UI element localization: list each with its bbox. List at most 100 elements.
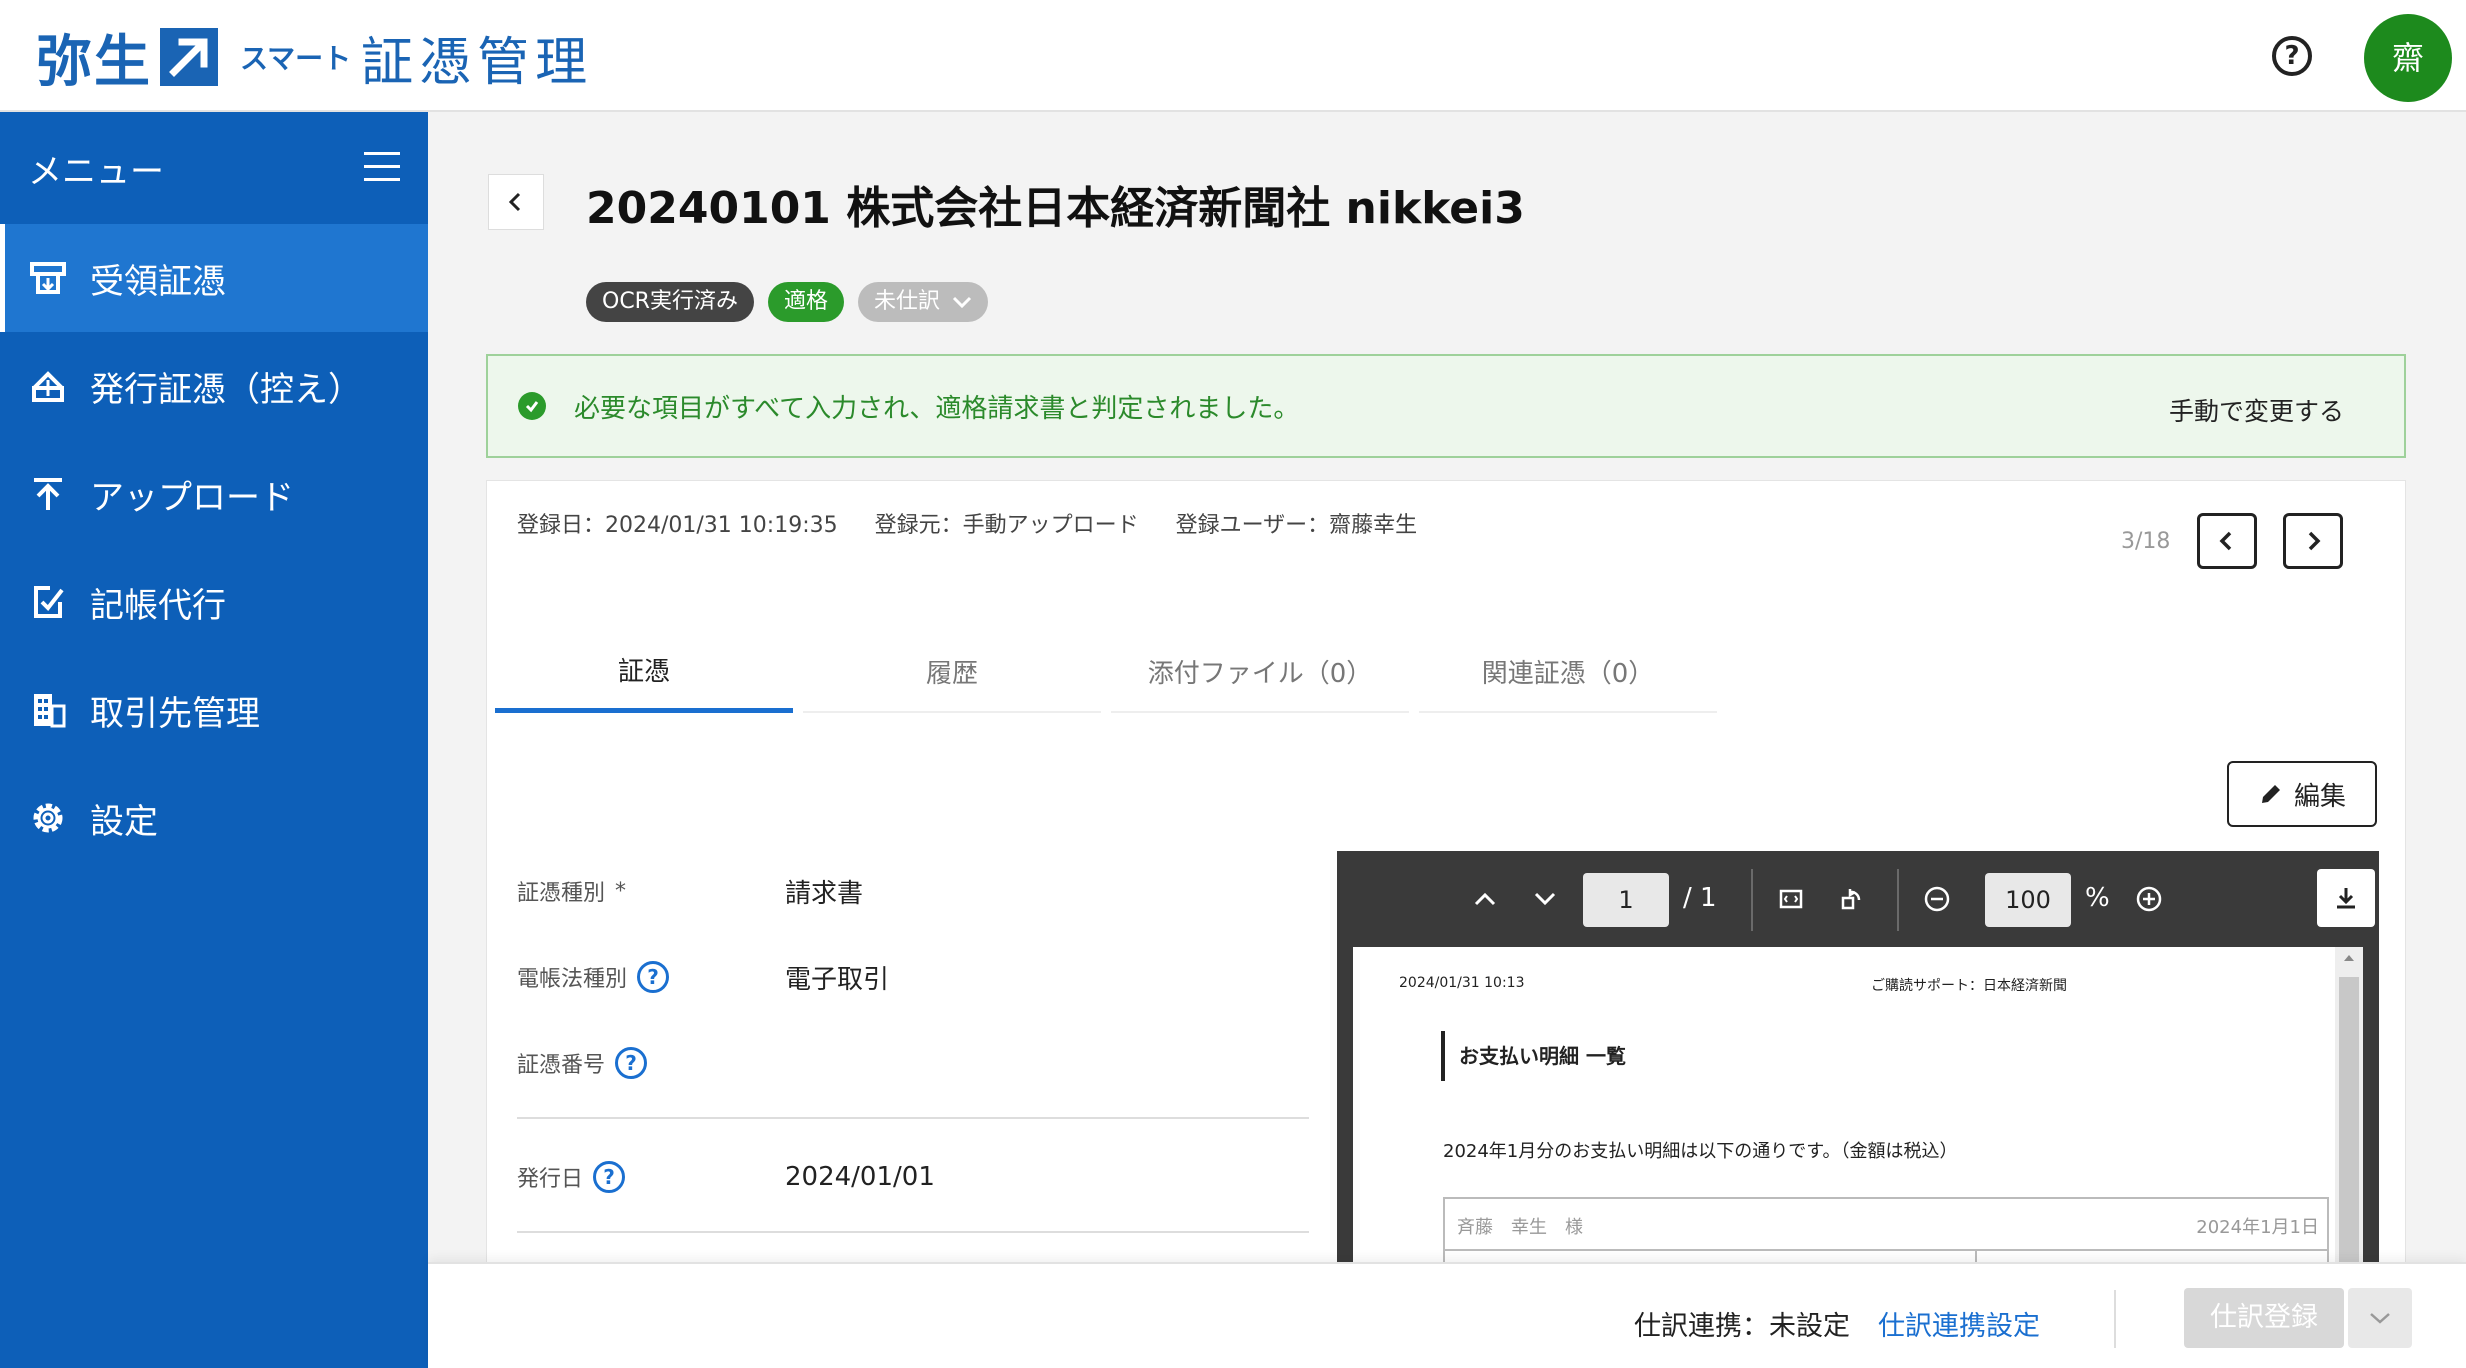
upload-icon — [28, 474, 68, 514]
download-button[interactable] — [2317, 869, 2375, 927]
sidebar-item-upload[interactable]: アップロード — [0, 440, 428, 548]
page-number-input[interactable]: 1 — [1583, 873, 1669, 927]
chevron-down-icon — [2370, 1313, 2390, 1324]
chevron-down-icon — [952, 296, 972, 309]
tab-related[interactable]: 関連証憑（0） — [1419, 631, 1717, 713]
edit-button[interactable]: 編集 — [2227, 761, 2377, 827]
logo-smart: スマート — [240, 42, 352, 75]
sidebar-item-bookkeeping[interactable]: 記帳代行 — [0, 548, 428, 656]
divider — [2114, 1290, 2116, 1348]
manual-change-link[interactable]: 手動で変更する — [2169, 392, 2344, 428]
qualified-badge: 適格 — [767, 282, 844, 322]
hamburger-icon[interactable] — [364, 152, 400, 182]
field-document-number: 証憑番号? — [517, 1033, 1307, 1093]
doc-recipient: 斉藤 幸生 様 — [1457, 1217, 1583, 1238]
next-document-button[interactable] — [2283, 513, 2343, 569]
bookkeeping-icon — [28, 582, 68, 622]
back-button[interactable] — [488, 174, 544, 230]
toolbar-divider — [1751, 869, 1753, 931]
sidebar-item-label: 受領証憑 — [90, 261, 226, 302]
ocr-badge: OCR実行済み — [586, 282, 754, 322]
footer-action-bar: 仕訳連携：未設定 仕訳連携設定 仕訳登録 — [428, 1262, 2466, 1368]
divider — [517, 1231, 1309, 1233]
logo-arrow-icon — [160, 28, 218, 86]
registered-user: 登録ユーザー：齋藤幸生 — [1175, 513, 1418, 538]
page-title: 20240101 株式会社日本経済新聞社 nikkei3 — [586, 183, 1525, 234]
sidebar-item-label: 設定 — [90, 801, 158, 842]
journal-status-dropdown[interactable]: 未仕訳 — [857, 282, 988, 322]
help-icon[interactable]: ? — [2272, 36, 2312, 76]
doc-support: ご購読サポート：日本経済新聞 — [1871, 978, 2067, 994]
doc-heading: お支払い明細 一覧 — [1441, 1031, 1626, 1081]
tab-history[interactable]: 履歴 — [803, 631, 1101, 713]
receive-icon — [28, 258, 68, 298]
document-card: 登録日：2024/01/31 10:19:35 登録元：手動アップロード 登録ユ… — [486, 480, 2406, 1368]
chevron-up-icon[interactable] — [1465, 879, 1505, 919]
tab-attachments[interactable]: 添付ファイル（0） — [1111, 631, 1409, 713]
menu-label: メニュー — [28, 151, 164, 192]
edit-label: 編集 — [2293, 781, 2346, 812]
pencil-icon — [2261, 785, 2280, 803]
document-tabs: 証憑 履歴 添付ファイル（0） 関連証憑（0） — [495, 631, 1717, 713]
zoom-out-icon[interactable] — [1917, 879, 1957, 919]
sidebar-item-issued[interactable]: 発行証憑（控え） — [0, 332, 428, 440]
scroll-up-icon — [2344, 955, 2354, 961]
chevron-right-icon — [2308, 531, 2321, 551]
tab-document[interactable]: 証憑 — [495, 631, 793, 713]
field-label: 発行日 — [517, 1167, 584, 1192]
register-options-button[interactable] — [2348, 1288, 2412, 1348]
field-ebook-type: 電帳法種別? 電子取引 — [517, 947, 1307, 1007]
help-circle-icon[interactable]: ? — [637, 961, 670, 993]
menu-header: メニュー — [0, 112, 428, 224]
help-circle-icon[interactable]: ? — [593, 1161, 626, 1193]
required-mark: * — [615, 878, 627, 904]
registration-meta: 登録日：2024/01/31 10:19:35 登録元：手動アップロード 登録ユ… — [517, 507, 1447, 539]
registered-date: 登録日：2024/01/31 10:19:35 — [517, 513, 838, 538]
journal-status-label: 未仕訳 — [873, 289, 940, 314]
doc-table-date: 2024年1月1日 — [2196, 1217, 2319, 1238]
help-circle-icon[interactable]: ? — [615, 1047, 648, 1079]
sidebar-item-settings[interactable]: 設定 — [0, 764, 428, 872]
journal-register-button[interactable]: 仕訳登録 — [2184, 1288, 2344, 1348]
toolbar-divider — [1897, 869, 1899, 931]
field-value: 請求書 — [785, 878, 864, 909]
zoom-input[interactable]: 100 — [1985, 873, 2071, 927]
fit-page-icon[interactable] — [1771, 879, 1811, 919]
sidebar-item-label: 発行証憑（控え） — [90, 369, 362, 410]
pager-count: 3/18 — [2121, 529, 2171, 554]
page-total: / 1 — [1683, 883, 1717, 913]
sidebar-item-label: アップロード — [90, 477, 294, 518]
divider — [517, 1117, 1309, 1119]
field-issue-date: 発行日? 2024/01/01 — [517, 1147, 1307, 1207]
doc-intro: 2024年1月分のお支払い明細は以下の通りです。（金額は税込） — [1443, 1141, 1958, 1162]
journal-link-status: 仕訳連携：未設定 — [1634, 1311, 1850, 1342]
field-value: 電子取引 — [785, 964, 890, 995]
journal-link-settings[interactable]: 仕訳連携設定 — [1878, 1304, 2040, 1343]
sidebar-item-label: 記帳代行 — [90, 585, 226, 626]
field-label: 電帳法種別 — [517, 967, 628, 992]
table-row: 斉藤 幸生 様 2024年1月1日 — [1445, 1199, 2327, 1251]
registered-source: 登録元：手動アップロード — [874, 513, 1139, 538]
app-header: 弥生 スマート 証憑管理 ? 齋 — [0, 0, 2466, 112]
download-icon — [2337, 888, 2355, 909]
alert-message: 必要な項目がすべて入力され、適格請求書と判定されました。 — [574, 393, 1300, 424]
gear-icon — [28, 798, 68, 838]
chevron-down-icon[interactable] — [1525, 879, 1565, 919]
sidebar-item-label: 取引先管理 — [90, 693, 260, 734]
field-value: 2024/01/01 — [785, 1162, 935, 1192]
sidebar-item-clients[interactable]: 取引先管理 — [0, 656, 428, 764]
chevron-left-icon — [2219, 531, 2232, 551]
sidebar: メニュー 受領証憑 発行証憑（控え） アップロード 記帳代行 取引先管理 設定 — [0, 112, 428, 1368]
sidebar-item-received[interactable]: 受領証憑 — [0, 224, 428, 332]
app-logo[interactable]: 弥生 スマート 証憑管理 — [36, 22, 594, 95]
logo-product: 証憑管理 — [361, 32, 594, 93]
check-circle-icon — [518, 392, 546, 420]
previous-document-button[interactable] — [2197, 513, 2257, 569]
status-badges: OCR実行済み 適格 未仕訳 — [586, 282, 988, 322]
zoom-in-icon[interactable] — [2129, 879, 2169, 919]
logo-brand: 弥生 — [36, 29, 152, 95]
user-avatar[interactable]: 齋 — [2364, 14, 2452, 102]
zoom-unit: % — [2085, 883, 2110, 913]
rotate-icon[interactable] — [1831, 879, 1871, 919]
field-label: 証憑種別 — [517, 881, 606, 906]
